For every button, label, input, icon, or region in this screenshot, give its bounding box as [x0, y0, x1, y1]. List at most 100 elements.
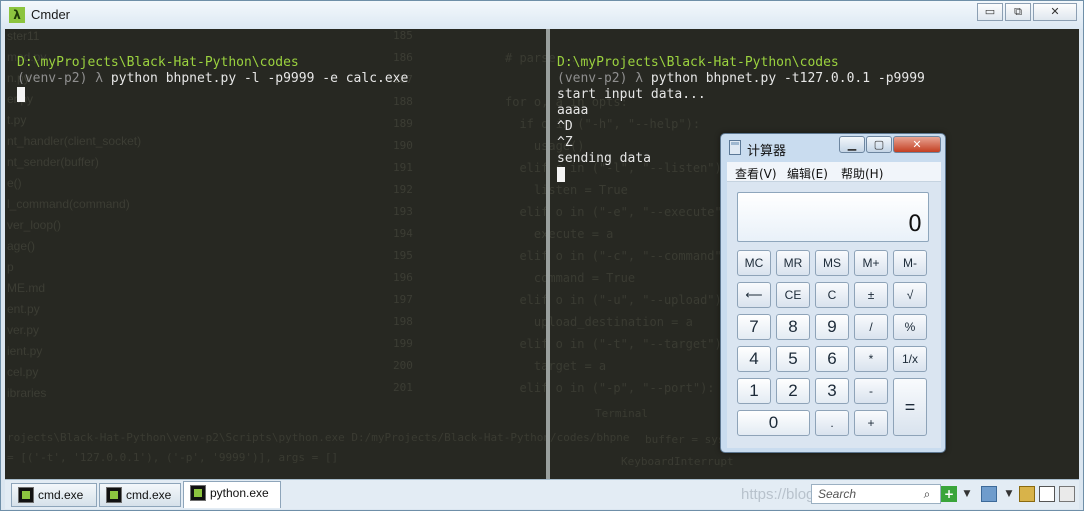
calc-key[interactable]: 7 [737, 314, 771, 340]
calc-key[interactable]: 3 [815, 378, 849, 404]
current-path: D:\myProjects\Black-Hat-Python\codes [17, 55, 299, 70]
close-button[interactable]: ✕ [1033, 3, 1077, 21]
layout-icon[interactable] [1039, 486, 1055, 502]
line-number: 185 [393, 29, 413, 42]
pane-splitter[interactable] [546, 29, 550, 479]
calc-key[interactable]: C [815, 282, 849, 308]
window-title: Cmder [31, 7, 71, 22]
project-file-item: cel.py [7, 365, 39, 379]
tab-label: cmd.exe [126, 488, 172, 502]
background-text: KeyboardInterrupt [621, 455, 734, 468]
calc-key[interactable]: 5 [776, 346, 810, 372]
calc-key[interactable]: 8 [776, 314, 810, 340]
title-bar: λ Cmder ▭ ⧉ ✕ [1, 1, 1083, 29]
calc-minimize-button[interactable]: ▁ [839, 136, 865, 153]
text-cursor [557, 167, 565, 182]
cmd-icon [190, 485, 206, 501]
line-number: 199 [393, 337, 413, 350]
tab-label: python.exe [210, 486, 269, 500]
line-number: 192 [393, 183, 413, 196]
display-value: 0 [908, 212, 922, 237]
switch-tab-icon[interactable] [981, 486, 997, 502]
calc-key[interactable]: . [815, 410, 849, 436]
calc-key[interactable]: 1 [737, 378, 771, 404]
calc-key[interactable]: % [893, 314, 927, 340]
calc-key[interactable]: MR [776, 250, 810, 276]
project-file-item: t.py [7, 113, 27, 127]
calc-key[interactable]: M- [893, 250, 927, 276]
background-text: rojects\Black-Hat-Python\venv-p2\Scripts… [7, 431, 630, 444]
search-icon[interactable]: ⌕ [919, 486, 935, 502]
menu-icon[interactable] [1059, 486, 1075, 502]
calc-key[interactable]: + [854, 410, 888, 436]
left-console-pane[interactable]: D:\myProjects\Black-Hat-Python\codes (ve… [17, 55, 408, 103]
menu-view[interactable]: 查看(V) [735, 165, 777, 182]
chevron-down-icon[interactable]: ▼ [1001, 486, 1017, 502]
calc-display: 0 [737, 192, 929, 242]
code-line: command = True [505, 271, 636, 285]
tab-cmd-2[interactable]: cmd.exe [99, 483, 181, 507]
calc-key[interactable]: - [854, 378, 888, 404]
command-text: python bhpnet.py -t127.0.0.1 -p9999 [643, 71, 925, 86]
code-line: upload_destination = a [505, 315, 693, 329]
code-line: elif o in ("-e", "--execute"): [505, 205, 737, 219]
line-number: 190 [393, 139, 413, 152]
calculator-window[interactable]: 计算器 ▁ ▢ ✕ 查看(V) 编辑(E) 帮助(H) 0 MC MR MS M+ M-… [720, 133, 946, 453]
calc-maximize-button[interactable]: ▢ [866, 136, 892, 153]
project-file-item: ient.py [7, 344, 43, 358]
calc-key[interactable]: 1/x [893, 346, 927, 372]
calc-key[interactable]: M+ [854, 250, 888, 276]
output-line: aaaa [557, 103, 589, 118]
prompt: (venv-p2) λ [17, 71, 104, 86]
code-line: elif o in ("-t", "--target"): [505, 337, 729, 351]
tab-cmd-1[interactable]: cmd.exe [11, 483, 97, 507]
calculator-title: 计算器 [747, 144, 787, 159]
line-number: 200 [393, 359, 413, 372]
calc-key[interactable]: ⟵ [737, 282, 771, 308]
tab-bar: cmd.exe cmd.exe python.exe https://blog.… [5, 479, 1079, 509]
calc-key[interactable]: 2 [776, 378, 810, 404]
code-line: listen = True [505, 183, 628, 197]
calc-key[interactable]: MC [737, 250, 771, 276]
calc-key[interactable]: * [854, 346, 888, 372]
calc-key[interactable]: 0 [737, 410, 810, 436]
cmd-icon [18, 487, 34, 503]
calc-key[interactable]: ± [854, 282, 888, 308]
calc-key[interactable]: / [854, 314, 888, 340]
project-file-item: ver.py [7, 323, 40, 337]
code-line: target = a [505, 359, 607, 373]
project-file-item: ME.md [7, 281, 46, 295]
menu-edit[interactable]: 编辑(E) [787, 165, 828, 182]
project-file-item: nt_sender(buffer) [7, 155, 99, 169]
output-line: start input data... [557, 87, 706, 102]
project-file-item: age() [7, 239, 36, 253]
calc-key[interactable]: 9 [815, 314, 849, 340]
tab-python[interactable]: python.exe [183, 481, 281, 508]
new-tab-icon[interactable]: + [941, 486, 957, 502]
project-file-item: l_command(command) [7, 197, 130, 211]
minimize-button[interactable]: ▭ [977, 3, 1003, 21]
calc-key[interactable]: 6 [815, 346, 849, 372]
code-line: execute = a [505, 227, 614, 241]
calc-key[interactable]: = [893, 378, 927, 436]
line-number: 196 [393, 271, 413, 284]
calc-close-button[interactable]: ✕ [893, 136, 941, 153]
lock-icon[interactable] [1019, 486, 1035, 502]
menu-help[interactable]: 帮助(H) [841, 165, 883, 182]
line-number: 197 [393, 293, 413, 306]
calc-key[interactable]: 4 [737, 346, 771, 372]
line-number: 191 [393, 161, 413, 174]
prompt: (venv-p2) λ [557, 71, 644, 86]
restore-button[interactable]: ⧉ [1005, 3, 1031, 21]
calc-key[interactable]: √ [893, 282, 927, 308]
chevron-down-icon[interactable]: ▼ [959, 486, 975, 502]
background-text: = [('-t', '127.0.0.1'), ('-p', '9999')],… [7, 451, 339, 464]
project-file-item: ibraries [7, 386, 47, 400]
cmd-icon [106, 487, 122, 503]
calc-key[interactable]: CE [776, 282, 810, 308]
line-number: 195 [393, 249, 413, 262]
calc-key[interactable]: MS [815, 250, 849, 276]
lambda-icon: λ [9, 7, 25, 23]
line-number: 194 [393, 227, 413, 240]
project-file-item: ent.py [7, 302, 40, 316]
